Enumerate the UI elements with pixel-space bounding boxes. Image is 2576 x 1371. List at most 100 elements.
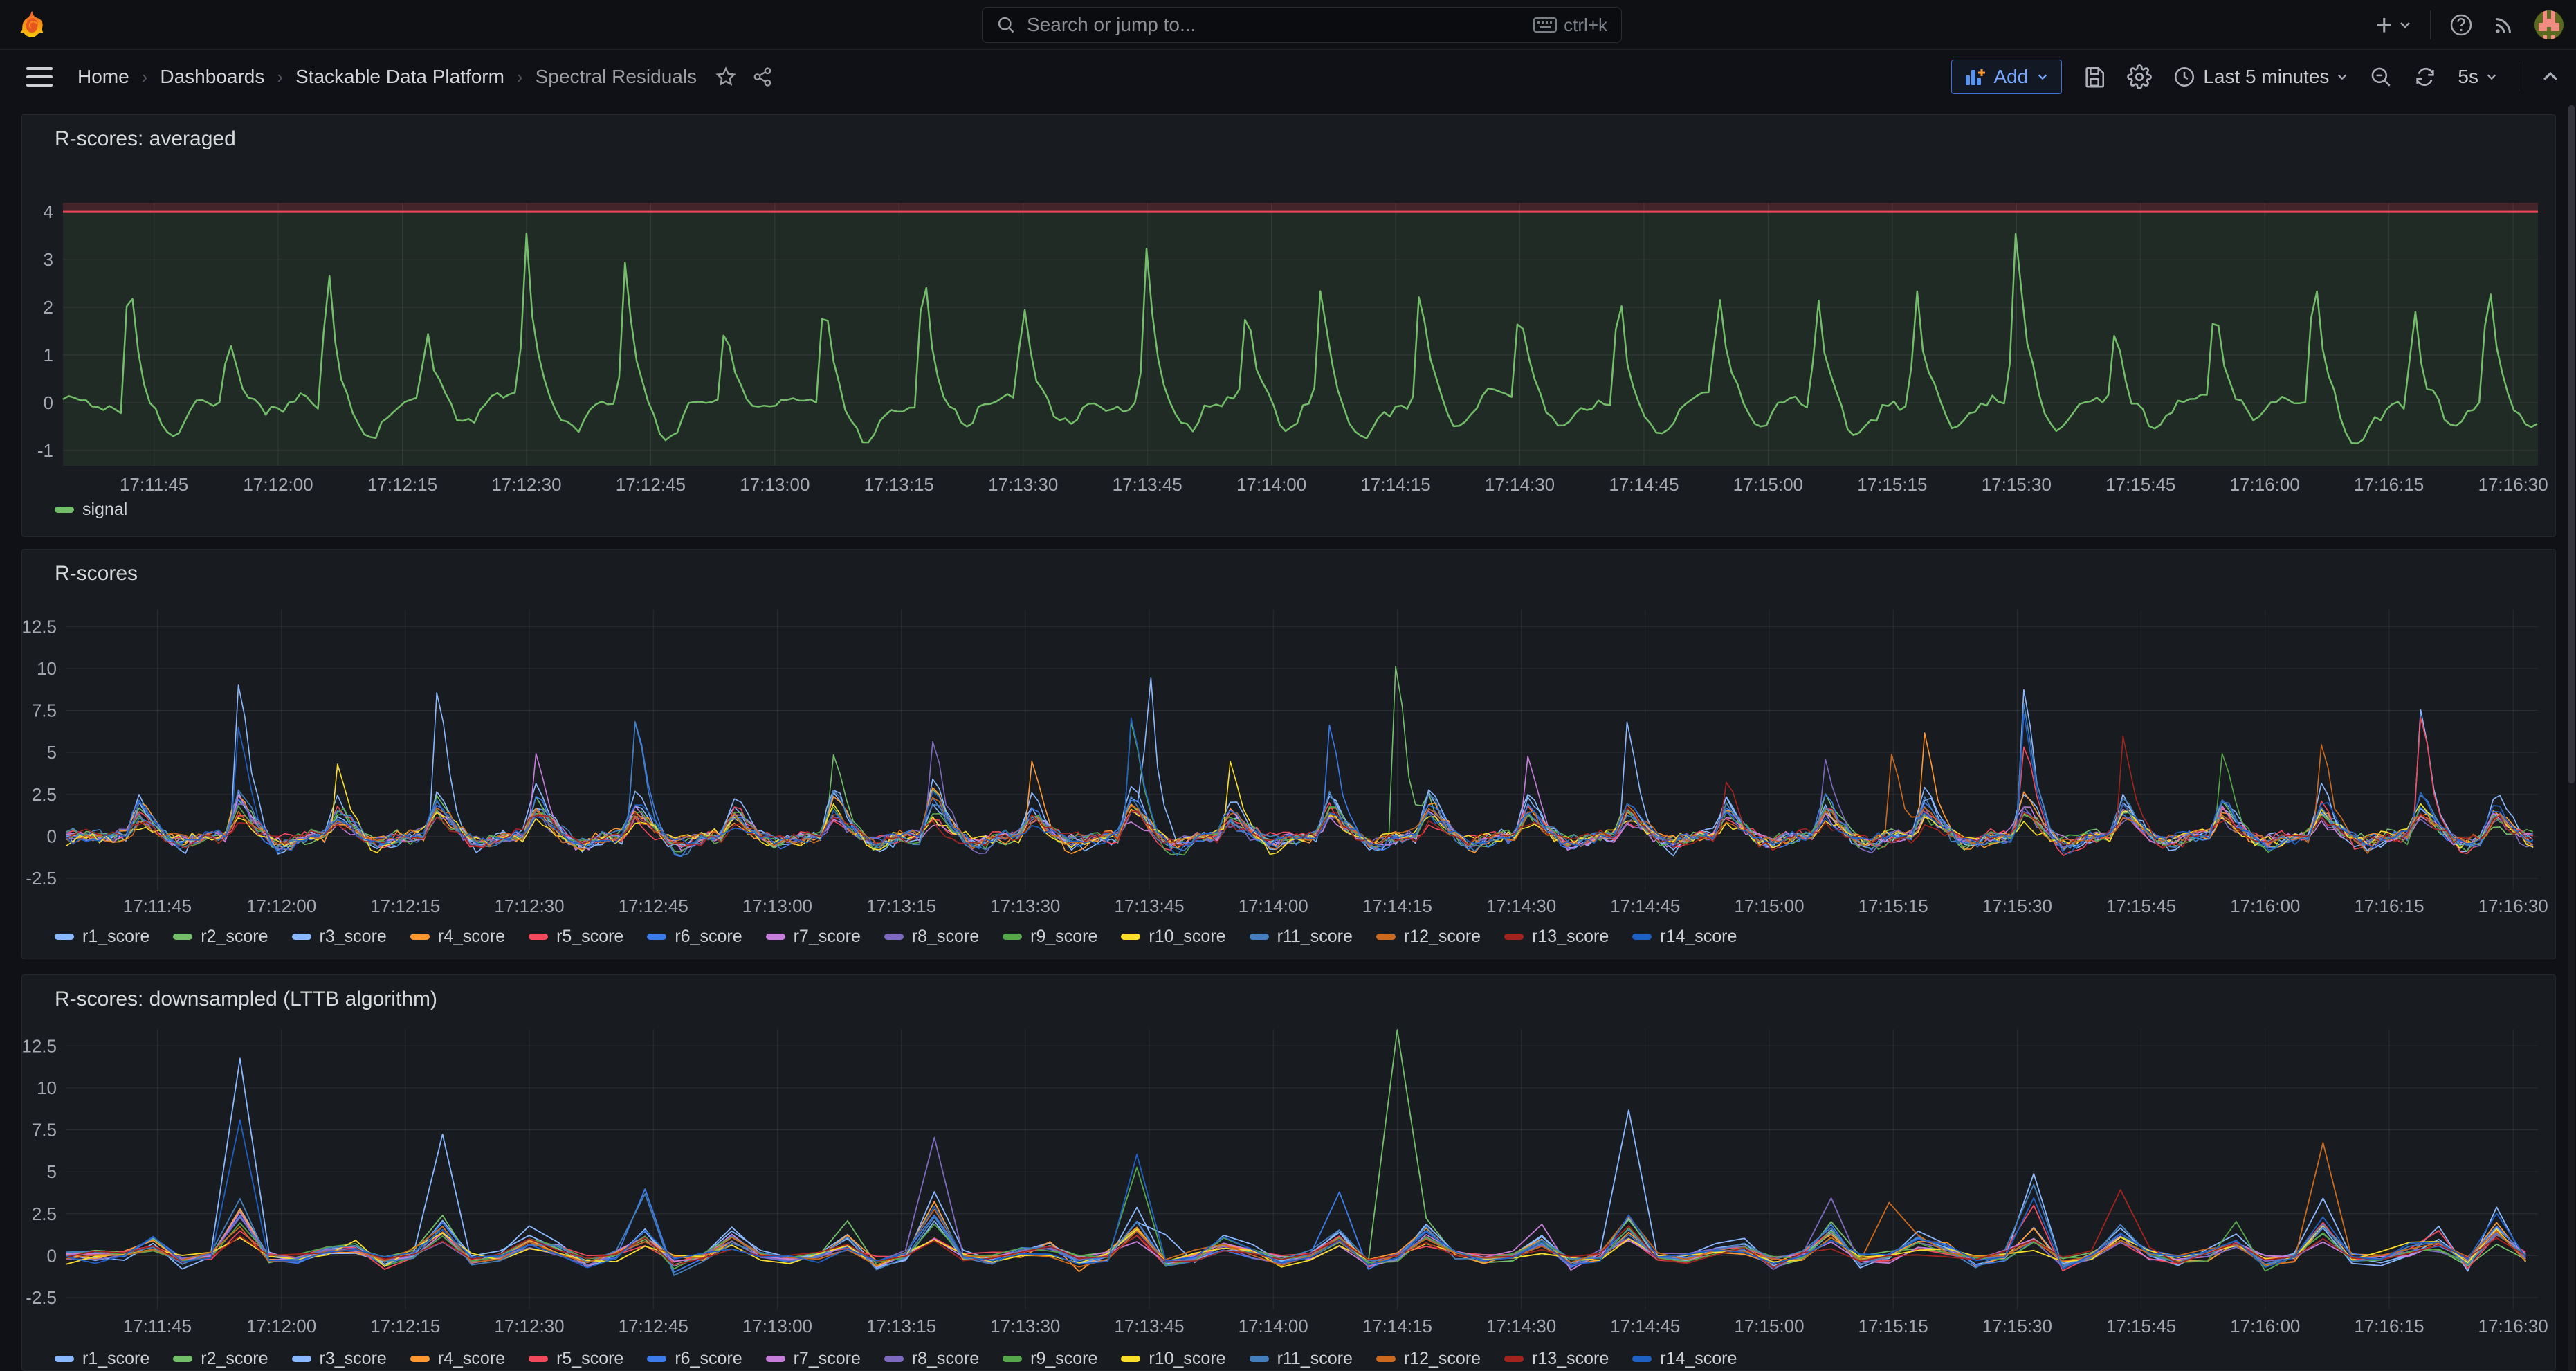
legend-item-r1_score[interactable]: r1_score bbox=[55, 1349, 149, 1369]
svg-text:17:16:15: 17:16:15 bbox=[2354, 1316, 2424, 1336]
legend-item-r7_score[interactable]: r7_score bbox=[766, 1349, 861, 1369]
grafana-logo[interactable] bbox=[17, 10, 47, 40]
legend-item-r11_score[interactable]: r11_score bbox=[1250, 1349, 1353, 1369]
legend-item-r8_score[interactable]: r8_score bbox=[884, 1349, 979, 1369]
chart-canvas-rscores[interactable]: 12.5107.552.50-2.517:11:4517:12:0017:12:… bbox=[22, 550, 2555, 959]
chart-canvas-averaged[interactable]: 43210-117:11:4517:12:0017:12:1517:12:301… bbox=[22, 115, 2555, 536]
svg-text:17:15:30: 17:15:30 bbox=[1982, 1316, 2052, 1336]
collapse-toolbar-button[interactable] bbox=[2540, 66, 2561, 87]
panel-title[interactable]: R-scores bbox=[55, 562, 138, 585]
legend-series-label: r12_score bbox=[1404, 1349, 1481, 1369]
chart-canvas-downsampled[interactable]: 12.5107.552.50-2.517:11:4517:12:0017:12:… bbox=[22, 975, 2555, 1370]
legend-item-r1_score[interactable]: r1_score bbox=[55, 927, 149, 947]
legend-item-r11_score[interactable]: r11_score bbox=[1250, 927, 1353, 947]
legend-item-r6_score[interactable]: r6_score bbox=[647, 927, 742, 947]
refresh-interval-picker[interactable]: 5s bbox=[2458, 66, 2498, 88]
legend-series-color bbox=[1121, 1356, 1140, 1362]
legend-item-r2_score[interactable]: r2_score bbox=[173, 1349, 268, 1369]
legend-item-r2_score[interactable]: r2_score bbox=[173, 927, 268, 947]
time-range-label: Last 5 minutes bbox=[2203, 66, 2329, 88]
svg-text:7.5: 7.5 bbox=[32, 1120, 57, 1141]
legend-item-r13_score[interactable]: r13_score bbox=[1504, 927, 1609, 947]
legend-item-r12_score[interactable]: r12_score bbox=[1376, 1349, 1481, 1369]
breadcrumb-dashboards[interactable]: Dashboards bbox=[160, 66, 264, 88]
svg-text:17:14:00: 17:14:00 bbox=[1236, 474, 1306, 495]
add-panel-icon bbox=[1964, 67, 1985, 87]
legend-item-r9_score[interactable]: r9_score bbox=[1003, 1349, 1097, 1369]
legend-item-r3_score[interactable]: r3_score bbox=[292, 1349, 387, 1369]
legend-item-r10_score[interactable]: r10_score bbox=[1121, 927, 1225, 947]
menu-toggle-button[interactable] bbox=[26, 67, 53, 87]
zoom-out-icon bbox=[2369, 65, 2393, 89]
time-range-picker[interactable]: Last 5 minutes bbox=[2173, 65, 2348, 89]
legend-series-color bbox=[1376, 934, 1396, 940]
svg-text:17:13:00: 17:13:00 bbox=[740, 474, 810, 495]
svg-text:17:15:00: 17:15:00 bbox=[1733, 474, 1803, 495]
svg-text:5: 5 bbox=[47, 742, 57, 763]
legend-item-r7_score[interactable]: r7_score bbox=[766, 927, 861, 947]
svg-text:2: 2 bbox=[44, 297, 53, 318]
legend-series-label: r8_score bbox=[912, 1349, 979, 1369]
svg-text:0: 0 bbox=[47, 1245, 57, 1266]
top-nav-bar: Search or jump to... ctrl+k + bbox=[0, 0, 2576, 50]
svg-text:5: 5 bbox=[47, 1161, 57, 1182]
breadcrumb-separator: › bbox=[277, 66, 283, 88]
news-button[interactable] bbox=[2492, 12, 2516, 37]
legend-item-r5_score[interactable]: r5_score bbox=[529, 927, 623, 947]
legend-item-r9_score[interactable]: r9_score bbox=[1003, 927, 1097, 947]
share-icon[interactable] bbox=[752, 66, 773, 87]
refresh-button[interactable] bbox=[2413, 65, 2437, 89]
legend-series-label: r6_score bbox=[675, 927, 742, 947]
legend-item-r6_score[interactable]: r6_score bbox=[647, 1349, 742, 1369]
legend-series-label: r9_score bbox=[1030, 927, 1097, 947]
breadcrumb-separator: › bbox=[517, 66, 523, 88]
panel-title[interactable]: R-scores: averaged bbox=[55, 127, 236, 151]
svg-text:17:12:45: 17:12:45 bbox=[619, 1316, 688, 1336]
refresh-interval-label: 5s bbox=[2458, 66, 2478, 88]
breadcrumb-home[interactable]: Home bbox=[77, 66, 129, 88]
help-icon bbox=[2449, 12, 2474, 37]
legend-series-label: r3_score bbox=[320, 927, 387, 947]
legend-series-color bbox=[1504, 1356, 1524, 1362]
legend-item-r14_score[interactable]: r14_score bbox=[1632, 927, 1737, 947]
legend-item-r4_score[interactable]: r4_score bbox=[410, 1349, 505, 1369]
favorite-star-icon[interactable] bbox=[715, 66, 737, 88]
page-scrollbar[interactable] bbox=[2568, 105, 2575, 1371]
legend-item-r12_score[interactable]: r12_score bbox=[1376, 927, 1481, 947]
panel-title[interactable]: R-scores: downsampled (LTTB algorithm) bbox=[55, 988, 437, 1011]
clock-icon bbox=[2173, 65, 2196, 89]
legend-item-r13_score[interactable]: r13_score bbox=[1504, 1349, 1609, 1369]
legend-series-color bbox=[1632, 934, 1652, 940]
chevron-down-icon bbox=[2336, 71, 2348, 83]
svg-text:17:16:30: 17:16:30 bbox=[2478, 896, 2548, 916]
scrollbar-thumb[interactable] bbox=[2568, 105, 2575, 783]
legend-series-label: r3_score bbox=[320, 1349, 387, 1369]
legend-item-r8_score[interactable]: r8_score bbox=[884, 927, 979, 947]
search-input[interactable]: Search or jump to... ctrl+k bbox=[982, 7, 1622, 43]
add-panel-button[interactable]: Add bbox=[1951, 60, 2062, 94]
svg-text:17:14:45: 17:14:45 bbox=[1609, 474, 1679, 495]
zoom-out-time-button[interactable] bbox=[2369, 65, 2393, 89]
svg-text:0: 0 bbox=[47, 826, 57, 846]
svg-text:3: 3 bbox=[44, 249, 53, 270]
svg-text:17:15:45: 17:15:45 bbox=[2106, 1316, 2176, 1336]
legend-item-signal[interactable]: signal bbox=[55, 500, 127, 520]
add-new-button[interactable]: + bbox=[2375, 8, 2412, 42]
legend-item-r10_score[interactable]: r10_score bbox=[1121, 1349, 1225, 1369]
svg-text:17:12:45: 17:12:45 bbox=[616, 474, 686, 495]
help-button[interactable] bbox=[2449, 12, 2474, 37]
svg-text:17:15:15: 17:15:15 bbox=[1858, 896, 1928, 916]
breadcrumb-folder[interactable]: Stackable Data Platform bbox=[295, 66, 504, 88]
svg-text:17:12:15: 17:12:15 bbox=[367, 474, 437, 495]
legend-item-r4_score[interactable]: r4_score bbox=[410, 927, 505, 947]
legend-item-r5_score[interactable]: r5_score bbox=[529, 1349, 623, 1369]
dashboard-settings-button[interactable] bbox=[2127, 64, 2152, 89]
legend-item-r3_score[interactable]: r3_score bbox=[292, 927, 387, 947]
user-avatar[interactable] bbox=[2534, 10, 2564, 39]
legend-item-r14_score[interactable]: r14_score bbox=[1632, 1349, 1737, 1369]
legend-series-color bbox=[884, 934, 904, 940]
svg-text:17:14:30: 17:14:30 bbox=[1486, 1316, 1556, 1336]
legend-series-label: r5_score bbox=[556, 927, 623, 947]
save-dashboard-button[interactable] bbox=[2083, 65, 2106, 89]
svg-text:17:16:00: 17:16:00 bbox=[2230, 474, 2300, 495]
